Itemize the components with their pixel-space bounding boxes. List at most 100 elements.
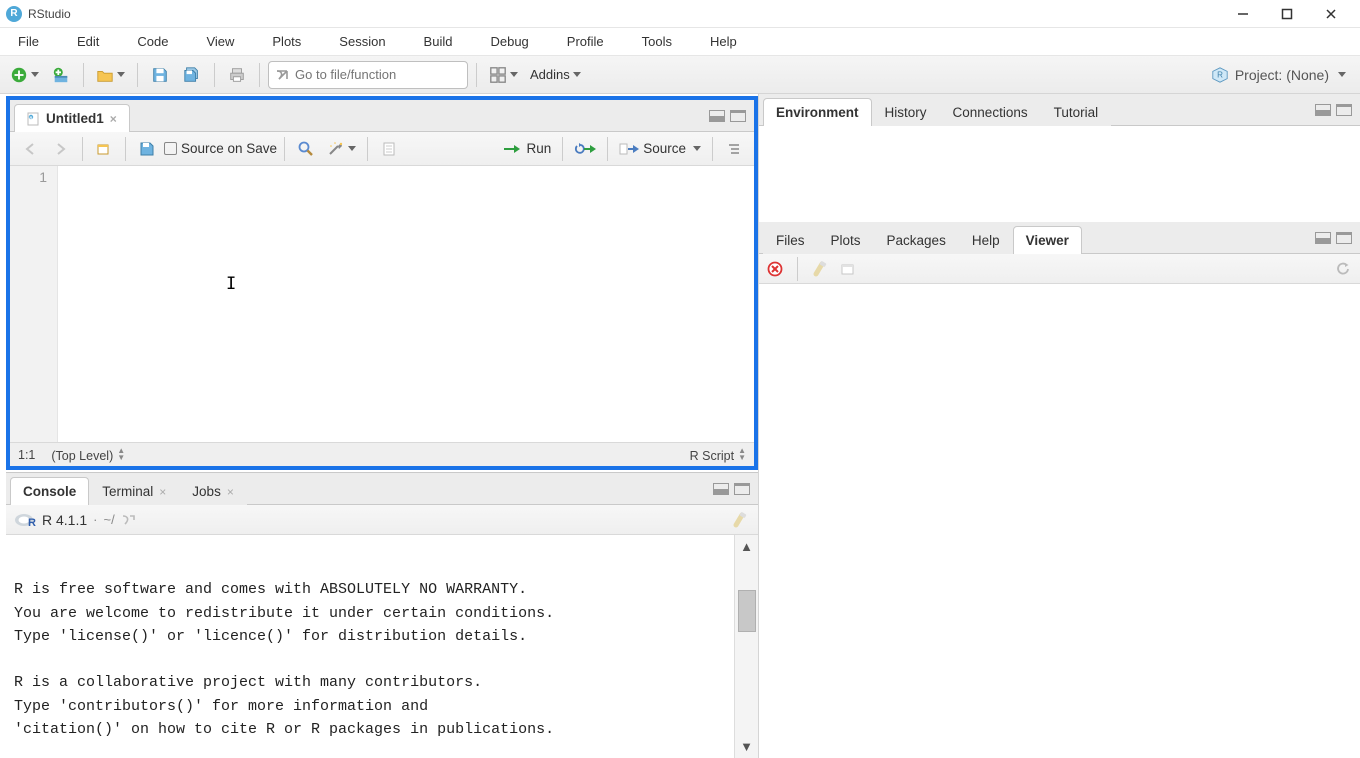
svg-text:R: R	[1217, 70, 1223, 79]
tab-packages[interactable]: Packages	[874, 226, 959, 254]
refresh-viewer-button[interactable]	[1334, 260, 1352, 278]
scroll-down-icon[interactable]: ▼	[740, 739, 753, 754]
window-close-button[interactable]	[1322, 5, 1340, 23]
run-label: Run	[526, 141, 551, 156]
console-scrollbar[interactable]: ▲ ▼	[734, 535, 758, 758]
r-version: R 4.1.1	[42, 512, 87, 528]
run-button[interactable]: Run	[498, 135, 555, 163]
close-icon[interactable]: ×	[159, 485, 166, 499]
nav-back-button[interactable]	[16, 135, 44, 163]
scroll-up-icon[interactable]: ▲	[740, 539, 753, 554]
checkbox-icon	[164, 142, 177, 155]
viewer-pane: Files Plots Packages Help Viewer	[759, 222, 1360, 758]
menu-view[interactable]: View	[196, 31, 262, 52]
source-on-save-toggle[interactable]: Source on Save	[164, 141, 277, 156]
path-separator: ·	[93, 512, 97, 527]
clear-viewer-button[interactable]	[812, 260, 830, 278]
workspace-panes-button[interactable]	[485, 61, 522, 89]
pane-minimize-icon[interactable]	[1315, 232, 1331, 244]
tab-terminal[interactable]: Terminal×	[89, 477, 179, 505]
source-button[interactable]: Source	[615, 135, 705, 163]
menu-edit[interactable]: Edit	[67, 31, 127, 52]
menu-debug[interactable]: Debug	[480, 31, 556, 52]
text-cursor-icon: I	[226, 274, 236, 294]
tab-viewer[interactable]: Viewer	[1013, 226, 1082, 254]
print-button[interactable]	[223, 61, 251, 89]
r-file-icon: R	[27, 112, 41, 126]
source-on-save-label: Source on Save	[181, 141, 277, 156]
addins-menu[interactable]: Addins	[526, 67, 585, 82]
outline-button[interactable]	[720, 135, 748, 163]
pane-maximize-icon[interactable]	[1336, 232, 1352, 244]
tab-tutorial[interactable]: Tutorial	[1041, 98, 1112, 126]
cursor-position: 1:1	[18, 448, 35, 462]
viewer-content	[759, 284, 1360, 758]
close-icon[interactable]: ×	[227, 485, 234, 499]
new-project-button[interactable]	[47, 61, 75, 89]
tab-history[interactable]: History	[872, 98, 940, 126]
tab-console[interactable]: Console	[10, 477, 89, 505]
source-tab-label: Untitled1	[46, 111, 104, 126]
source-tab[interactable]: R Untitled1 ×	[14, 104, 130, 132]
pane-minimize-icon[interactable]	[713, 483, 729, 495]
window-minimize-button[interactable]	[1234, 5, 1252, 23]
menu-file[interactable]: File	[8, 31, 67, 52]
viewer-toolbar	[759, 254, 1360, 284]
rerun-button[interactable]	[570, 135, 600, 163]
tab-files[interactable]: Files	[763, 226, 818, 254]
remove-viewer-item-button[interactable]	[767, 261, 783, 277]
source-editor[interactable]: 1 I	[10, 166, 754, 442]
menu-help[interactable]: Help	[700, 31, 765, 52]
save-button[interactable]	[146, 61, 174, 89]
pane-minimize-icon[interactable]	[1315, 104, 1331, 116]
view-dir-icon[interactable]	[121, 513, 135, 527]
line-number: 1	[10, 169, 47, 185]
pane-minimize-icon[interactable]	[709, 110, 725, 122]
new-file-button[interactable]	[6, 61, 43, 89]
console-output[interactable]: R is free software and comes with ABSOLU…	[6, 535, 734, 758]
menu-code[interactable]: Code	[127, 31, 196, 52]
nav-forward-button[interactable]	[47, 135, 75, 163]
r-logo-icon: R	[14, 512, 36, 528]
menu-session[interactable]: Session	[329, 31, 413, 52]
menu-build[interactable]: Build	[414, 31, 481, 52]
save-source-button[interactable]	[133, 135, 161, 163]
source-toolbar: Source on Save Run	[10, 132, 754, 166]
goto-input[interactable]	[295, 67, 461, 82]
menu-tools[interactable]: Tools	[632, 31, 700, 52]
source-statusbar: 1:1 (Top Level)▲▼ R Script▲▼	[10, 442, 754, 466]
goto-file-function-input[interactable]	[268, 61, 468, 89]
open-file-button[interactable]	[92, 61, 129, 89]
pane-maximize-icon[interactable]	[734, 483, 750, 495]
tab-connections[interactable]: Connections	[940, 98, 1041, 126]
menu-plots[interactable]: Plots	[262, 31, 329, 52]
window-maximize-button[interactable]	[1278, 5, 1296, 23]
save-all-button[interactable]	[178, 61, 206, 89]
project-label: Project: (None)	[1235, 67, 1329, 83]
close-tab-icon[interactable]: ×	[110, 112, 117, 126]
app-icon: R	[6, 6, 22, 22]
addins-label: Addins	[530, 67, 570, 82]
code-tools-button[interactable]	[323, 135, 360, 163]
main-toolbar: Addins R Project: (None)	[0, 56, 1360, 94]
tab-plots[interactable]: Plots	[818, 226, 874, 254]
pane-maximize-icon[interactable]	[1336, 104, 1352, 116]
project-icon: R	[1211, 66, 1229, 84]
show-in-new-window-button[interactable]	[90, 135, 118, 163]
tab-environment[interactable]: Environment	[763, 98, 872, 126]
svg-text:R: R	[30, 115, 33, 120]
svg-text:R: R	[28, 517, 36, 528]
project-menu[interactable]: R Project: (None)	[1211, 66, 1354, 84]
pane-maximize-icon[interactable]	[730, 110, 746, 122]
clear-console-button[interactable]	[732, 511, 750, 529]
working-dir: ~/	[103, 512, 114, 527]
menu-profile[interactable]: Profile	[557, 31, 632, 52]
export-viewer-button[interactable]	[840, 261, 858, 277]
compile-report-button[interactable]	[375, 135, 403, 163]
tab-help[interactable]: Help	[959, 226, 1013, 254]
app-title: RStudio	[28, 7, 71, 21]
find-button[interactable]	[292, 135, 320, 163]
scope-selector[interactable]: (Top Level)▲▼	[51, 447, 125, 463]
tab-jobs[interactable]: Jobs×	[179, 477, 247, 505]
file-type-selector[interactable]: R Script▲▼	[690, 447, 746, 463]
